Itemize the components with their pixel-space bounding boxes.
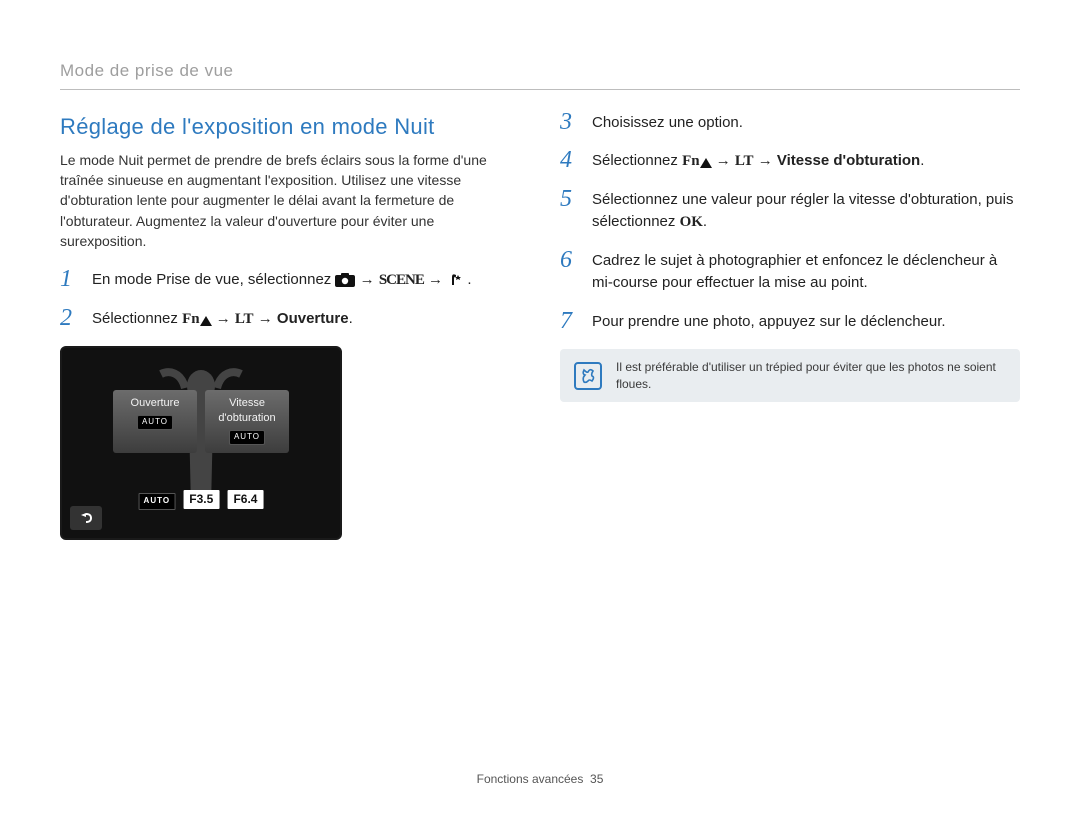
lcd-preview: Ouverture AUTO Vitesse d'obturation AUTO… [60, 346, 342, 540]
up-triangle-icon [700, 158, 712, 168]
step-number: 7 [560, 309, 584, 333]
up-triangle-icon [200, 316, 212, 326]
option-vitesse: Vitesse d'obturation [777, 152, 920, 169]
step-1: 1 En mode Prise de vue, sélectionnez → S… [60, 269, 520, 292]
step-6: 6 Cadrez le sujet à photographier et enf… [560, 250, 1020, 295]
step-3: 3 Choisissez une option. [560, 112, 1020, 135]
lt-icon: LT [235, 311, 254, 327]
step-number: 2 [60, 306, 84, 330]
aperture-value-1: F3.5 [183, 490, 219, 508]
lcd-panel-ouverture: Ouverture AUTO [113, 390, 197, 452]
step-number: 5 [560, 187, 584, 211]
intro-text: Le mode Nuit permet de prendre de brefs … [60, 150, 520, 251]
back-button[interactable] [70, 506, 102, 530]
night-icon [447, 273, 463, 287]
step-number: 1 [60, 267, 84, 291]
step-7: 7 Pour prendre une photo, appuyez sur le… [560, 311, 1020, 334]
camera-icon [335, 273, 355, 287]
info-icon [574, 362, 602, 390]
step-text: Pour prendre une photo, appuyez sur le d… [592, 311, 1020, 334]
step-text: Sélectionnez Fn → LT → Vitesse d'obturat… [592, 150, 1020, 173]
step-text: En mode Prise de vue, sélectionnez → SCE… [92, 269, 520, 292]
lt-icon: LT [735, 153, 754, 169]
section-title: Réglage de l'exposition en mode Nuit [60, 112, 520, 142]
step-text: Choisissez une option. [592, 112, 1020, 135]
fn-icon: Fn [682, 153, 700, 169]
page-header: Mode de prise de vue [60, 60, 1020, 90]
step-4: 4 Sélectionnez Fn → LT → Vitesse d'obtur… [560, 150, 1020, 173]
aperture-value-2: F6.4 [227, 490, 263, 508]
note-text: Il est préférable d'utiliser un trépied … [616, 359, 1006, 391]
option-ouverture: Ouverture [277, 310, 349, 327]
step-text: Cadrez le sujet à photographier et enfon… [592, 250, 1020, 295]
ok-icon: OK [680, 214, 703, 230]
step-text: Sélectionnez Fn → LT → Ouverture. [92, 308, 520, 331]
step-text: Sélectionnez une valeur pour régler la v… [592, 189, 1020, 234]
step-number: 6 [560, 248, 584, 272]
back-icon [78, 512, 94, 524]
step-2: 2 Sélectionnez Fn → LT → Ouverture. [60, 308, 520, 331]
left-column: Réglage de l'exposition en mode Nuit Le … [60, 112, 520, 540]
page-footer: Fonctions avancées 35 [0, 771, 1080, 787]
lcd-panel-obturation: Vitesse d'obturation AUTO [205, 390, 289, 452]
step-number: 4 [560, 148, 584, 172]
lcd-value-bar: AUTO F3.5 F6.4 [137, 489, 266, 510]
fn-icon: Fn [182, 311, 200, 327]
note-box: Il est préférable d'utiliser un trépied … [560, 349, 1020, 401]
scene-icon: SCENE [379, 272, 424, 288]
step-5: 5 Sélectionnez une valeur pour régler la… [560, 189, 1020, 234]
step-number: 3 [560, 110, 584, 134]
right-column: 3 Choisissez une option. 4 Sélectionnez … [560, 112, 1020, 540]
